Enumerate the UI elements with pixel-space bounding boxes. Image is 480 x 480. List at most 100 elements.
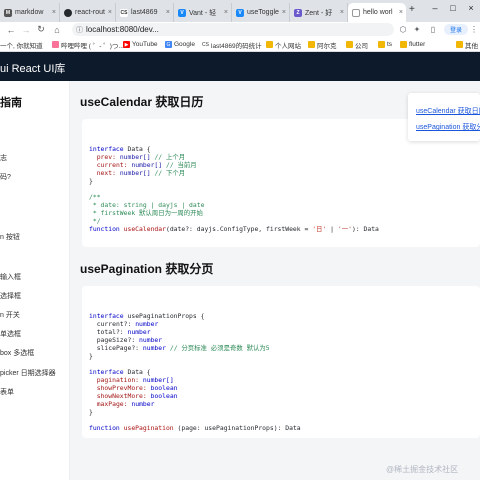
close-icon[interactable]: × [340,9,344,16]
menu-icon[interactable]: ⋮ [468,23,480,36]
sidebar-item[interactable]: box 多选框 [0,348,34,358]
code-block-usepagination: interface usePaginationProps { current?:… [82,286,480,438]
sidebar-item[interactable]: 码? [0,172,11,182]
bookmark-label: 其他 [465,42,478,50]
anchor-link-usecalendar[interactable]: useCalendar 获取日历 [416,106,480,116]
puzzle-icon[interactable]: ✦ [411,23,423,36]
folder-icon [400,41,407,48]
tab-label: last4869 [131,9,158,16]
bookmark-label: Google [174,41,195,48]
folder-icon [346,41,353,48]
reload-icon[interactable]: ↻ [34,23,48,36]
forward-icon[interactable]: → [19,23,33,36]
google-icon: G [165,41,172,48]
minimize-icon[interactable]: – [426,0,444,16]
page-favicon-icon [352,8,360,17]
sidebar-item[interactable]: picker 日期选择器 [0,368,56,378]
tab-markdown[interactable]: M markdow × [0,3,60,22]
tab-label: markdow [15,9,44,16]
sidebar-item[interactable]: 输入框 [0,272,21,282]
tab-zent[interactable]: Z Zent - 好 × [290,3,348,22]
sidebar-item[interactable]: 选择框 [0,291,21,301]
anchor-link-usepagination[interactable]: usePagination 获取分 [416,122,480,132]
vant-favicon-icon: V [178,8,186,17]
sidebar-title: 指南 [0,97,22,109]
address-bar[interactable]: ⓘ localhost:8080/dev... [72,23,394,36]
close-icon[interactable]: × [224,9,228,16]
youtube-icon: ▶ [123,41,130,48]
extension-icon[interactable]: ⬡ [397,23,409,36]
bookmark-label: 公司 [355,42,368,50]
maximize-icon[interactable]: □ [444,0,462,16]
back-icon[interactable]: ← [4,23,18,36]
folder-icon [266,41,273,48]
close-icon[interactable]: × [166,9,170,16]
close-icon[interactable]: × [52,9,56,16]
close-icon[interactable]: × [282,9,286,16]
code-text: interface Data { prev: number[] // 上个月 c… [89,145,379,233]
bookmark-label: YouTube [132,41,158,48]
tab-label: Vant - 轻 [189,9,217,17]
sidebar-item[interactable]: 志 [0,153,7,163]
close-window-icon[interactable]: × [462,0,480,16]
bookmark-item[interactable]: flutter [400,39,425,50]
bookmark-item[interactable]: 个人网站 [266,39,301,50]
bookmark-label: 个人网站 [275,42,301,50]
bookmark-item[interactable]: 公司 [346,39,368,50]
home-icon[interactable]: ⌂ [50,23,64,36]
bookmarks-bar: 一个, 你就知道 哔哩哔哩 ( ゜- ゜)つ... ▶ YouTube G Goog… [0,37,480,52]
bookmark-item[interactable]: CS last4869的码统计 [202,39,262,50]
zent-favicon-icon: Z [294,8,302,17]
sidebar-item[interactable]: 单选框 [0,329,21,339]
anchor-nav: useCalendar 获取日历 usePagination 获取分 [408,93,480,141]
tab-react-router[interactable]: react-rout × [60,3,116,22]
tab-vant[interactable]: V Vant - 轻 × [174,3,232,22]
folder-icon [378,41,385,48]
tab-usetoggle[interactable]: V useToggle × [232,3,290,22]
sidebar-item[interactable]: n 开关 [0,310,20,320]
sidebar: 指南 志 码? n 按钮 输入框 选择框 n 开关 单选框 box 多选框 pi… [0,81,70,480]
vue-favicon-icon: V [236,8,244,17]
bookmark-label: 一个, 你就知道 [0,42,43,50]
section-title-usecalendar: useCalendar 获取日历 [80,95,204,109]
bookmark-label: ts [387,41,393,48]
new-tab-button[interactable]: + [409,4,415,15]
folder-icon [308,41,315,48]
bookmark-item[interactable]: G Google [165,39,195,50]
browser-toolbar: ← → ↻ ⌂ ⓘ localhost:8080/dev... ⬡ ✦ ▯ 登录… [0,22,480,37]
bilibili-icon [52,41,59,48]
cs-favicon-icon: CS [120,8,128,17]
github-favicon-icon [64,8,72,17]
bookmark-item[interactable]: 阿尔克 [308,39,337,50]
tab-label: hello worl [363,9,393,16]
bookmark-item[interactable]: 一个, 你就知道 [0,39,43,50]
url-text: localhost:8080/dev... [86,25,159,34]
folder-icon [456,41,463,48]
sidebar-item[interactable]: 表单 [0,387,14,397]
section-title-usepagination: usePagination 获取分页 [80,262,214,276]
bookmark-item[interactable]: 哔哩哔哩 ( ゜- ゜)つ... [52,39,124,50]
watermark: @稀土掘金技术社区 [386,465,459,474]
app-header: ui React UI库 [0,52,480,81]
sidebar-item[interactable]: n 按钮 [0,232,20,242]
sidebar-icon[interactable]: ▯ [427,23,439,36]
login-button[interactable]: 登录 [444,24,468,35]
bookmark-label: last4869的码统计 [211,42,262,50]
info-icon[interactable]: ⓘ [76,25,83,35]
tab-label: useToggle [247,9,279,16]
markdown-favicon-icon: M [4,8,12,17]
bookmark-item[interactable]: 其他 [456,39,478,50]
cs-icon: CS [202,41,209,48]
tab-hello-world[interactable]: hello worl × [348,3,406,22]
browser-tab-strip: M markdow × react-rout × CS last4869 × V… [0,0,480,22]
code-text: interface usePaginationProps { current?:… [89,312,301,432]
bookmark-item[interactable]: ▶ YouTube [123,39,158,50]
app-title: ui React UI库 [0,63,66,75]
close-icon[interactable]: × [399,9,403,16]
bookmark-item[interactable]: ts [378,39,392,50]
tab-last4869[interactable]: CS last4869 × [116,3,174,22]
bookmark-label: 哔哩哔哩 ( ゜- ゜)つ... [61,42,124,50]
tab-label: react-rout [75,9,105,16]
close-icon[interactable]: × [108,9,112,16]
bookmark-label: flutter [409,41,426,48]
